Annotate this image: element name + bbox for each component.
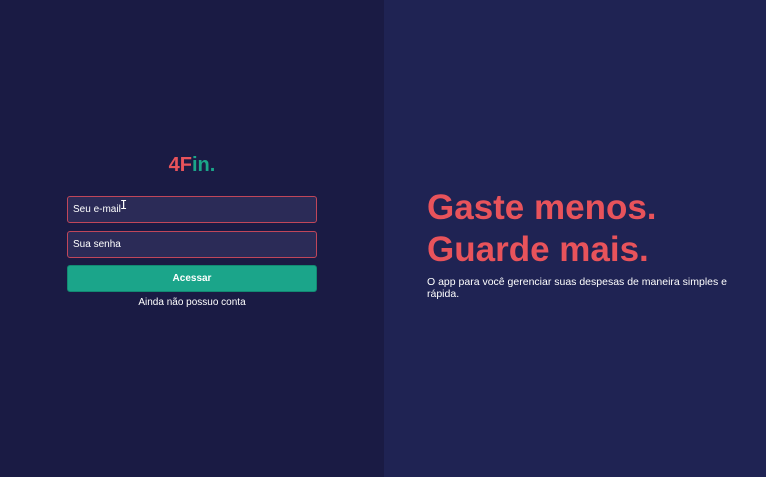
hero-headline: Gaste menos. Guarde mais.: [427, 187, 657, 271]
logo-text-part2: in.: [192, 154, 216, 176]
signup-link[interactable]: Ainda não possuo conta: [0, 297, 384, 308]
logo-text-part1: 4F: [168, 154, 192, 176]
headline-line-1: Gaste menos.: [427, 188, 657, 227]
email-field[interactable]: [67, 196, 317, 223]
submit-button[interactable]: Acessar: [67, 265, 317, 292]
page: 4Fin. I Acessar Ainda não possuo conta G…: [0, 0, 766, 477]
login-panel: 4Fin. I Acessar Ainda não possuo conta: [0, 0, 384, 477]
hero-subtitle: O app para você gerenciar suas despesas …: [427, 276, 727, 300]
headline-line-2: Guarde mais.: [427, 230, 649, 269]
app-logo: 4Fin.: [0, 154, 384, 177]
password-field[interactable]: [67, 231, 317, 258]
hero-panel: Gaste menos. Guarde mais. O app para voc…: [384, 0, 766, 477]
